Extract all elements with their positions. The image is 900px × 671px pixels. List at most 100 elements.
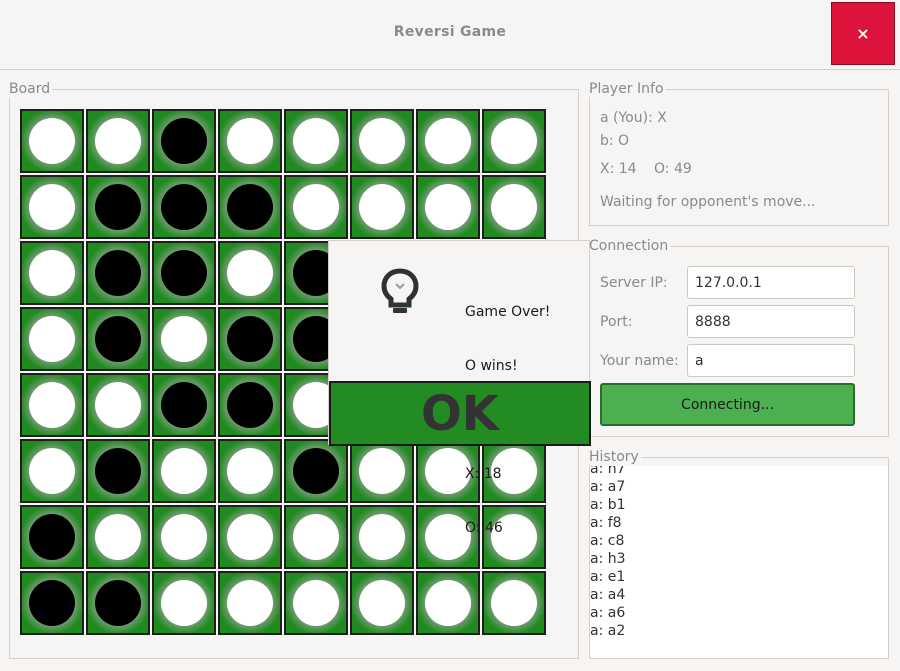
board-cell[interactable] (86, 571, 150, 635)
board-cell[interactable] (218, 439, 282, 503)
white-disc (359, 580, 405, 626)
black-disc (227, 382, 273, 428)
board-cell[interactable] (350, 109, 414, 173)
board-cell[interactable] (152, 373, 216, 437)
name-input[interactable]: a (687, 344, 855, 377)
board-cell[interactable] (482, 175, 546, 239)
black-disc (95, 250, 141, 296)
black-disc (293, 448, 339, 494)
history-item: a: a2 (590, 623, 626, 639)
black-disc (227, 184, 273, 230)
port-input[interactable]: 8888 (687, 305, 855, 338)
white-disc (161, 448, 207, 494)
dialog-score-o: O: 46 (465, 520, 503, 536)
board-cell[interactable] (86, 505, 150, 569)
board-cell[interactable] (416, 109, 480, 173)
black-disc (95, 448, 141, 494)
window-title: Reversi Game (393, 24, 507, 40)
black-disc (95, 580, 141, 626)
board-cell[interactable] (20, 109, 84, 173)
white-disc (161, 580, 207, 626)
connect-button[interactable]: Connecting... (600, 383, 855, 426)
board-cell[interactable] (20, 241, 84, 305)
board-cell[interactable] (20, 571, 84, 635)
board-cell[interactable] (86, 175, 150, 239)
board-cell[interactable] (152, 175, 216, 239)
history-item: a: e1 (590, 569, 626, 585)
server-ip-input[interactable]: 127.0.0.1 (687, 266, 855, 299)
dialog-line-2: O wins! (465, 358, 518, 374)
board-cell[interactable] (20, 439, 84, 503)
board-cell[interactable] (152, 505, 216, 569)
white-disc (227, 448, 273, 494)
board-cell[interactable] (152, 109, 216, 173)
board-cell[interactable] (350, 175, 414, 239)
history-item: a: h3 (590, 551, 626, 567)
white-disc (95, 118, 141, 164)
board-cell[interactable] (284, 175, 348, 239)
board-cell[interactable] (218, 307, 282, 371)
history-item: a: h7 (590, 466, 626, 477)
board-cell[interactable] (482, 109, 546, 173)
board-cell[interactable] (218, 241, 282, 305)
board-cell[interactable] (86, 109, 150, 173)
white-disc (95, 382, 141, 428)
lightbulb-icon (381, 268, 419, 313)
board-cell[interactable] (218, 373, 282, 437)
board-cell[interactable] (284, 505, 348, 569)
close-button[interactable]: × (831, 2, 895, 65)
game-over-dialog: Game Over! O wins! X: 18 O: 46 OK (328, 240, 591, 536)
board-cell[interactable] (218, 109, 282, 173)
board-cell[interactable] (152, 241, 216, 305)
history-label: History (589, 449, 641, 465)
board-cell[interactable] (218, 505, 282, 569)
board-cell[interactable] (284, 439, 348, 503)
black-disc (95, 184, 141, 230)
white-disc (491, 118, 537, 164)
white-disc (491, 184, 537, 230)
board-cell[interactable] (350, 571, 414, 635)
board-cell[interactable] (152, 571, 216, 635)
board-cell[interactable] (284, 109, 348, 173)
board-cell[interactable] (416, 175, 480, 239)
board-cell[interactable] (218, 175, 282, 239)
board-cell[interactable] (152, 439, 216, 503)
ok-button[interactable]: OK (329, 381, 591, 446)
white-disc (293, 514, 339, 560)
dialog-line-1: Game Over! (465, 304, 551, 320)
white-disc (29, 316, 75, 362)
board-cell[interactable] (284, 571, 348, 635)
white-disc (293, 184, 339, 230)
white-disc (161, 514, 207, 560)
white-disc (227, 514, 273, 560)
board-cell[interactable] (350, 505, 414, 569)
board-cell[interactable] (20, 505, 84, 569)
player-info-label: Player Info (589, 81, 666, 97)
white-disc (359, 514, 405, 560)
board-cell[interactable] (86, 241, 150, 305)
board-cell[interactable] (218, 571, 282, 635)
white-disc (359, 118, 405, 164)
board-cell[interactable] (86, 439, 150, 503)
board-cell[interactable] (152, 307, 216, 371)
title-bar: Reversi Game × (0, 0, 900, 70)
white-disc (425, 184, 471, 230)
board-cell[interactable] (20, 175, 84, 239)
server-ip-label: Server IP: (600, 275, 668, 291)
board-cell[interactable] (86, 307, 150, 371)
board-cell[interactable] (350, 439, 414, 503)
history-list[interactable]: a: h7 a: a7 a: b1 a: f8 a: c8 a: h3 a: e1 a: a4… (590, 466, 888, 658)
history-item: a: c8 (590, 533, 625, 549)
name-label: Your name: (600, 353, 679, 369)
board-cell[interactable] (20, 373, 84, 437)
board-cell[interactable] (416, 571, 480, 635)
status-text: Waiting for opponent's move... (600, 194, 816, 210)
black-disc (161, 118, 207, 164)
black-disc (161, 382, 207, 428)
dialog-score-x: X: 18 (465, 466, 502, 482)
white-disc (95, 514, 141, 560)
board-cell[interactable] (86, 373, 150, 437)
board-cell[interactable] (482, 571, 546, 635)
board-cell[interactable] (20, 307, 84, 371)
close-icon: × (856, 24, 870, 43)
